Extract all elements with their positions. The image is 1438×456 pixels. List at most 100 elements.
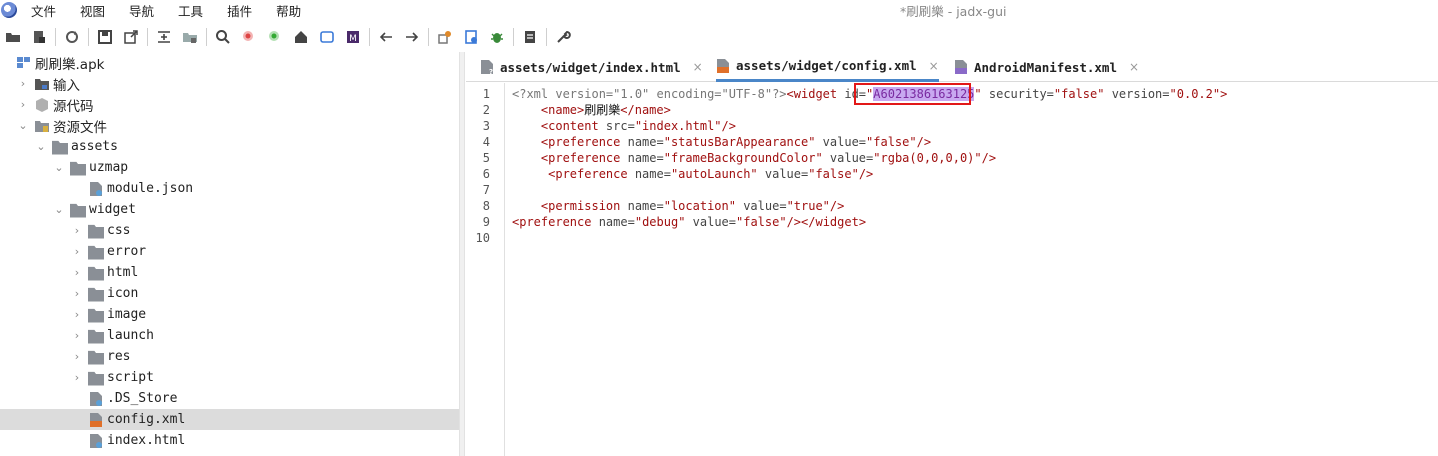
chevron-right-icon[interactable]: › [72,346,82,367]
code-token: <widget [786,87,838,101]
panel-splitter[interactable] [459,52,465,456]
tree-item-label: image [107,307,147,322]
packages-icon[interactable] [177,24,203,50]
tree-item[interactable]: › 源代码 [0,94,459,115]
code-token: "false" [808,167,859,181]
code-token: name= [620,151,664,165]
tree-item[interactable]: › css [0,220,459,241]
tree-item[interactable]: 刷刷樂.apk [0,52,459,73]
tab-index-html[interactable]: ? assets/widget/index.html × [480,52,703,82]
file-icon [88,391,104,407]
tree-item[interactable]: module.json [0,178,459,199]
line-number: 10 [475,231,490,245]
code-token: /> [858,167,874,181]
debug-icon[interactable] [484,24,510,50]
add-files-icon[interactable] [26,24,52,50]
tree-item[interactable]: › icon [0,283,459,304]
code-line: <content src="index.html"/> [512,118,736,134]
tree-item[interactable]: › res [0,346,459,367]
open-icon[interactable] [0,24,26,50]
find-usage-icon[interactable] [262,24,288,50]
save-icon[interactable] [92,24,118,50]
back-icon[interactable] [373,24,399,50]
sync-icon[interactable] [59,24,85,50]
chevron-right-icon[interactable]: › [18,73,28,94]
tree-item[interactable]: › launch [0,325,459,346]
line-number: 8 [482,199,490,213]
tree-item[interactable]: index.html [0,430,459,451]
menu-item[interactable]: 视图 [80,1,105,20]
code-token: <preference [512,215,592,229]
menu-item[interactable]: 插件 [227,1,252,20]
code-token: <content [512,119,599,133]
code-token: "location" [663,199,736,213]
home-icon[interactable] [288,24,314,50]
chevron-right-icon[interactable]: › [72,283,82,304]
code-line: <preference name="autoLaunch" value="fal… [512,166,873,182]
tree-item-label: uzmap [89,160,129,175]
tree-item[interactable]: config.xml [0,409,459,430]
tree-item-label: 刷刷樂.apk [35,56,105,73]
close-icon[interactable]: × [929,59,939,73]
code-token: "0.0.2" [1169,87,1221,101]
tree-item[interactable]: › image [0,304,459,325]
tab-config-xml[interactable]: assets/widget/config.xml × [716,52,939,82]
toolbar: M [0,24,1438,50]
tab-android-manifest[interactable]: AndroidManifest.xml × [954,52,1139,82]
menu-item[interactable]: 导航 [129,1,154,20]
chevron-right-icon[interactable]: › [72,241,82,262]
code-editor[interactable]: 1 2 3 4 5 6 7 8 9 10 <?xml version="1.0" encoding… [466,83,1438,456]
tree-item[interactable]: › error [0,241,459,262]
chevron-down-icon[interactable]: ⌄ [54,157,64,178]
code-token: "frameBackgroundColor" [663,151,823,165]
chevron-right-icon[interactable]: › [72,304,82,325]
editor-tabbar: ? assets/widget/index.html × assets/widg… [466,52,1438,82]
code-token: "true" [786,199,830,213]
folder-icon [88,266,104,281]
search-icon[interactable] [210,24,236,50]
log-viewer-icon[interactable] [517,24,543,50]
tree-item[interactable]: ⌄ widget [0,199,459,220]
chevron-right-icon[interactable]: › [72,325,82,346]
tree-item[interactable]: › html [0,262,459,283]
code-token: src= [598,119,635,133]
tree-item[interactable]: › script [0,367,459,388]
file-icon [88,181,104,197]
folder-icon [88,350,104,365]
find-class-icon[interactable] [236,24,262,50]
tree-item[interactable]: ⌄ uzmap [0,157,459,178]
resources-icon [34,118,50,134]
close-icon[interactable]: × [693,60,703,74]
tree-item[interactable]: .DS_Store [0,388,459,409]
toolbar-separator [88,28,89,46]
settings-deob-icon[interactable] [432,24,458,50]
chevron-right-icon[interactable]: › [18,94,28,115]
chevron-right-icon[interactable]: › [72,367,82,388]
code-token: </name> [620,103,671,117]
export-icon[interactable] [118,24,144,50]
chevron-down-icon[interactable]: ⌄ [18,115,28,136]
tree-item-label: module.json [107,181,194,196]
flatten-icon[interactable] [151,24,177,50]
close-icon[interactable]: × [1129,60,1139,74]
menu-item[interactable]: 帮助 [276,1,301,20]
tree-item-label: css [107,223,131,238]
chevron-right-icon[interactable]: › [72,220,82,241]
chevron-down-icon[interactable]: ⌄ [54,199,64,220]
preferences-icon[interactable] [550,24,576,50]
tree-item[interactable]: › 输入 [0,73,459,94]
menu-item[interactable]: 工具 [178,1,203,20]
chevron-right-icon[interactable]: › [72,262,82,283]
forward-icon[interactable] [399,24,425,50]
mark-icon[interactable]: M [340,24,366,50]
menu-item[interactable]: 文件 [31,1,56,20]
tree-item[interactable]: ⌄ 资源文件 [0,115,459,136]
chevron-down-icon[interactable]: ⌄ [36,136,46,157]
code-token: "false" [736,215,787,229]
file-icon: ? [480,59,494,76]
tree-item[interactable]: ⌄ assets [0,136,459,157]
log-icon[interactable] [314,24,340,50]
quark-icon[interactable] [458,24,484,50]
code-token: /></widget> [786,215,867,229]
